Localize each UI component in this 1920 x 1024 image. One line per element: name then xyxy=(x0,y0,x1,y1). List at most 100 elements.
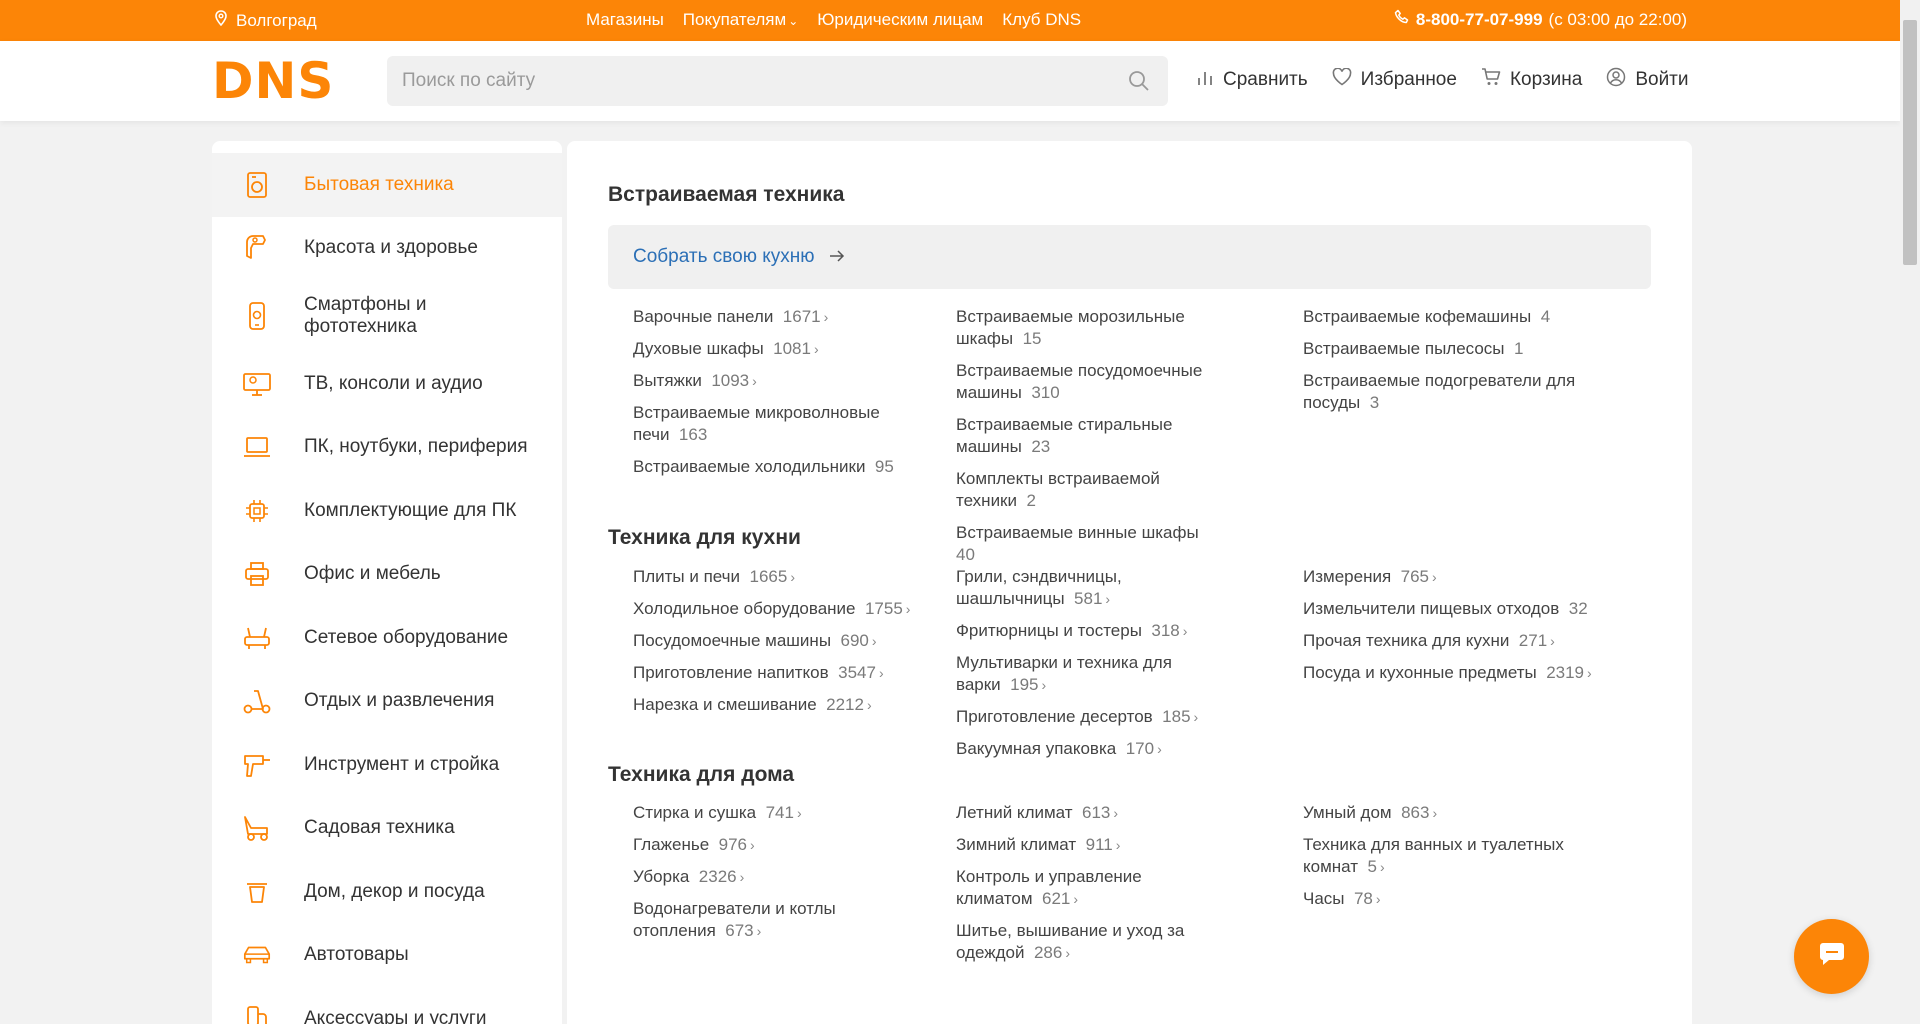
sidebar-item-label: Сетевое оборудование xyxy=(304,626,509,648)
sidebar-item-label: Отдых и развлечения xyxy=(304,690,495,712)
category-link[interactable]: Уборка 2326 › xyxy=(633,866,873,888)
category-link[interactable]: Стирка и сушка 741 › xyxy=(633,802,873,824)
category-link[interactable]: Духовые шкафы 1081 › xyxy=(633,338,898,360)
sidebar-item-network[interactable]: Сетевое оборудование xyxy=(212,606,562,670)
category-link[interactable]: Контроль и управление климатом 621 › xyxy=(956,866,1216,910)
nav-customers-label: Покупателям xyxy=(682,10,787,29)
sidebar-item-auto[interactable]: Автотовары xyxy=(212,924,562,988)
category-name: Встраиваемые подогреватели для посуды xyxy=(1303,371,1576,412)
nav-business[interactable]: Юридическим лицам xyxy=(817,10,983,30)
sidebar-item-tv[interactable]: ТВ, консоли и аудио xyxy=(212,352,562,416)
sidebar-item-pc[interactable]: ПК, ноутбуки, периферия xyxy=(212,416,562,480)
build-kitchen-banner[interactable]: Собрать свою кухню xyxy=(608,225,1651,289)
category-link[interactable]: Встраиваемые подогреватели для посуды 3 xyxy=(1303,370,1593,414)
compare-button[interactable]: Сравнить xyxy=(1196,67,1308,93)
category-link[interactable]: Посуда и кухонные предметы 2319 › xyxy=(1303,662,1603,684)
nav-shops[interactable]: Магазины xyxy=(586,10,664,30)
category-link[interactable]: Вакуумная упаковка 170 › xyxy=(956,738,1216,760)
category-link[interactable]: Встраиваемые стиральные машины 23 xyxy=(956,414,1216,458)
category-name: Нарезка и смешивание xyxy=(633,695,817,714)
category-link[interactable]: Мультиварки и техника для варки 195 › xyxy=(956,652,1216,696)
chevron-right-icon: › xyxy=(749,837,755,853)
car-icon xyxy=(242,940,272,970)
category-link[interactable]: Встраиваемые морозильные шкафы 15 xyxy=(956,306,1216,350)
category-name: Духовые шкафы xyxy=(633,339,764,358)
category-link[interactable]: Техника для ванных и туалетных комнат 5 › xyxy=(1303,834,1593,878)
category-link[interactable]: Холодильное оборудование 1755 › xyxy=(633,598,933,620)
category-link[interactable]: Встраиваемые холодильники 95 xyxy=(633,456,898,478)
category-link[interactable]: Встраиваемые кофемашины 4 xyxy=(1303,306,1593,328)
scrollbar-thumb[interactable] xyxy=(1903,20,1917,265)
sidebar-item-office[interactable]: Офис и мебель xyxy=(212,543,562,607)
category-count: 170 xyxy=(1125,739,1155,758)
city-selector[interactable]: Волгоград xyxy=(214,10,317,31)
category-count: 1665 xyxy=(749,567,788,586)
chat-button[interactable] xyxy=(1794,919,1869,994)
category-name: Измерения xyxy=(1303,567,1392,586)
sidebar-item-home[interactable]: Дом, декор и посуда xyxy=(212,860,562,924)
category-link[interactable]: Встраиваемые пылесосы 1 xyxy=(1303,338,1593,360)
category-link[interactable]: Фритюрницы и тостеры 318 › xyxy=(956,620,1216,642)
header: DNS Сравнить Избранное xyxy=(0,41,1900,121)
category-link[interactable]: Встраиваемые винные шкафы 40 xyxy=(956,522,1216,566)
category-sidebar: Бытовая техника Красота и здоровье Смарт… xyxy=(212,141,562,1024)
sidebar-item-label: ТВ, консоли и аудио xyxy=(304,372,483,394)
page-scrollbar[interactable] xyxy=(1900,0,1920,1024)
category-link[interactable]: Комплекты встраиваемой техники 2 xyxy=(956,468,1216,512)
category-name: Варочные панели xyxy=(633,307,774,326)
favorites-button[interactable]: Избранное xyxy=(1332,67,1457,93)
category-link[interactable]: Измельчители пищевых отходов 32 xyxy=(1303,598,1603,620)
category-link[interactable]: Приготовление напитков 3547 › xyxy=(633,662,933,684)
category-name: Встраиваемые холодильники xyxy=(633,457,866,476)
drill-icon xyxy=(242,750,272,780)
category-name: Плиты и печи xyxy=(633,567,741,586)
nav-customers[interactable]: Покупателям ⌄ xyxy=(683,10,798,30)
sidebar-item-leisure[interactable]: Отдых и развлечения xyxy=(212,670,562,734)
category-count: 2 xyxy=(1026,491,1036,510)
sidebar-item-components[interactable]: Комплектующие для ПК xyxy=(212,479,562,543)
category-name: Встраиваемые винные шкафы xyxy=(956,523,1199,542)
cart-button[interactable]: Корзина xyxy=(1481,67,1582,93)
category-count: 15 xyxy=(1022,329,1042,348)
category-link[interactable]: Встраиваемые посудомоечные машины 310 xyxy=(956,360,1216,404)
category-link[interactable]: Водонагреватели и котлы отопления 673 › xyxy=(633,898,873,942)
sidebar-item-beauty[interactable]: Красота и здоровье xyxy=(212,217,562,281)
chip-icon xyxy=(242,496,272,526)
category-name: Посуда и кухонные предметы xyxy=(1303,663,1537,682)
search-input[interactable] xyxy=(387,56,1117,106)
category-name: Встраиваемые посудомоечные машины xyxy=(956,361,1203,402)
category-link[interactable]: Часы 78 › xyxy=(1303,888,1593,910)
sidebar-item-accessories[interactable]: Аксессуары и услуги xyxy=(212,987,562,1024)
dns-logo[interactable]: DNS xyxy=(212,56,362,106)
category-link[interactable]: Измерения 765 › xyxy=(1303,566,1603,588)
sidebar-item-smartphones[interactable]: Смартфоны и фототехника xyxy=(212,280,562,352)
category-link[interactable]: Умный дом 863 › xyxy=(1303,802,1593,824)
category-count: 741 xyxy=(765,803,794,822)
category-name: Прочая техника для кухни xyxy=(1303,631,1510,650)
category-link[interactable]: Летний климат 613 › xyxy=(956,802,1216,824)
nav-club[interactable]: Клуб DNS xyxy=(1002,10,1081,30)
search-icon[interactable] xyxy=(1128,70,1150,97)
category-link[interactable]: Варочные панели 1671 › xyxy=(633,306,898,328)
category-link[interactable]: Приготовление десертов 185 › xyxy=(956,706,1216,728)
login-button[interactable]: Войти xyxy=(1606,67,1689,93)
category-link[interactable]: Шитье, вышивание и уход за одеждой 286 › xyxy=(956,920,1216,964)
compare-label: Сравнить xyxy=(1223,69,1308,90)
sidebar-item-label: ПК, ноутбуки, периферия xyxy=(304,436,528,458)
sidebar-item-tools[interactable]: Инструмент и стройка xyxy=(212,733,562,797)
category-link[interactable]: Посудомоечные машины 690 › xyxy=(633,630,933,652)
phone-block[interactable]: 8-800-77-07-999 (с 03:00 до 22:00) xyxy=(1394,9,1687,30)
category-link[interactable]: Прочая техника для кухни 271 › xyxy=(1303,630,1603,652)
sidebar-item-appliances[interactable]: Бытовая техника xyxy=(212,153,562,217)
category-link[interactable]: Грили, сэндвичницы, шашлычницы 581 › xyxy=(956,566,1216,610)
category-link[interactable]: Глаженье 976 › xyxy=(633,834,873,856)
category-link[interactable]: Зимний климат 911 › xyxy=(956,834,1216,856)
chevron-right-icon: › xyxy=(790,569,795,585)
category-name: Часы xyxy=(1303,889,1345,908)
category-link[interactable]: Плиты и печи 1665 › xyxy=(633,566,933,588)
category-count: 23 xyxy=(1031,437,1051,456)
sidebar-item-garden[interactable]: Садовая техника xyxy=(212,797,562,861)
category-link[interactable]: Встраиваемые микроволновые печи 163 xyxy=(633,402,898,446)
category-link[interactable]: Вытяжки 1093 › xyxy=(633,370,898,392)
category-link[interactable]: Нарезка и смешивание 2212 › xyxy=(633,694,933,716)
